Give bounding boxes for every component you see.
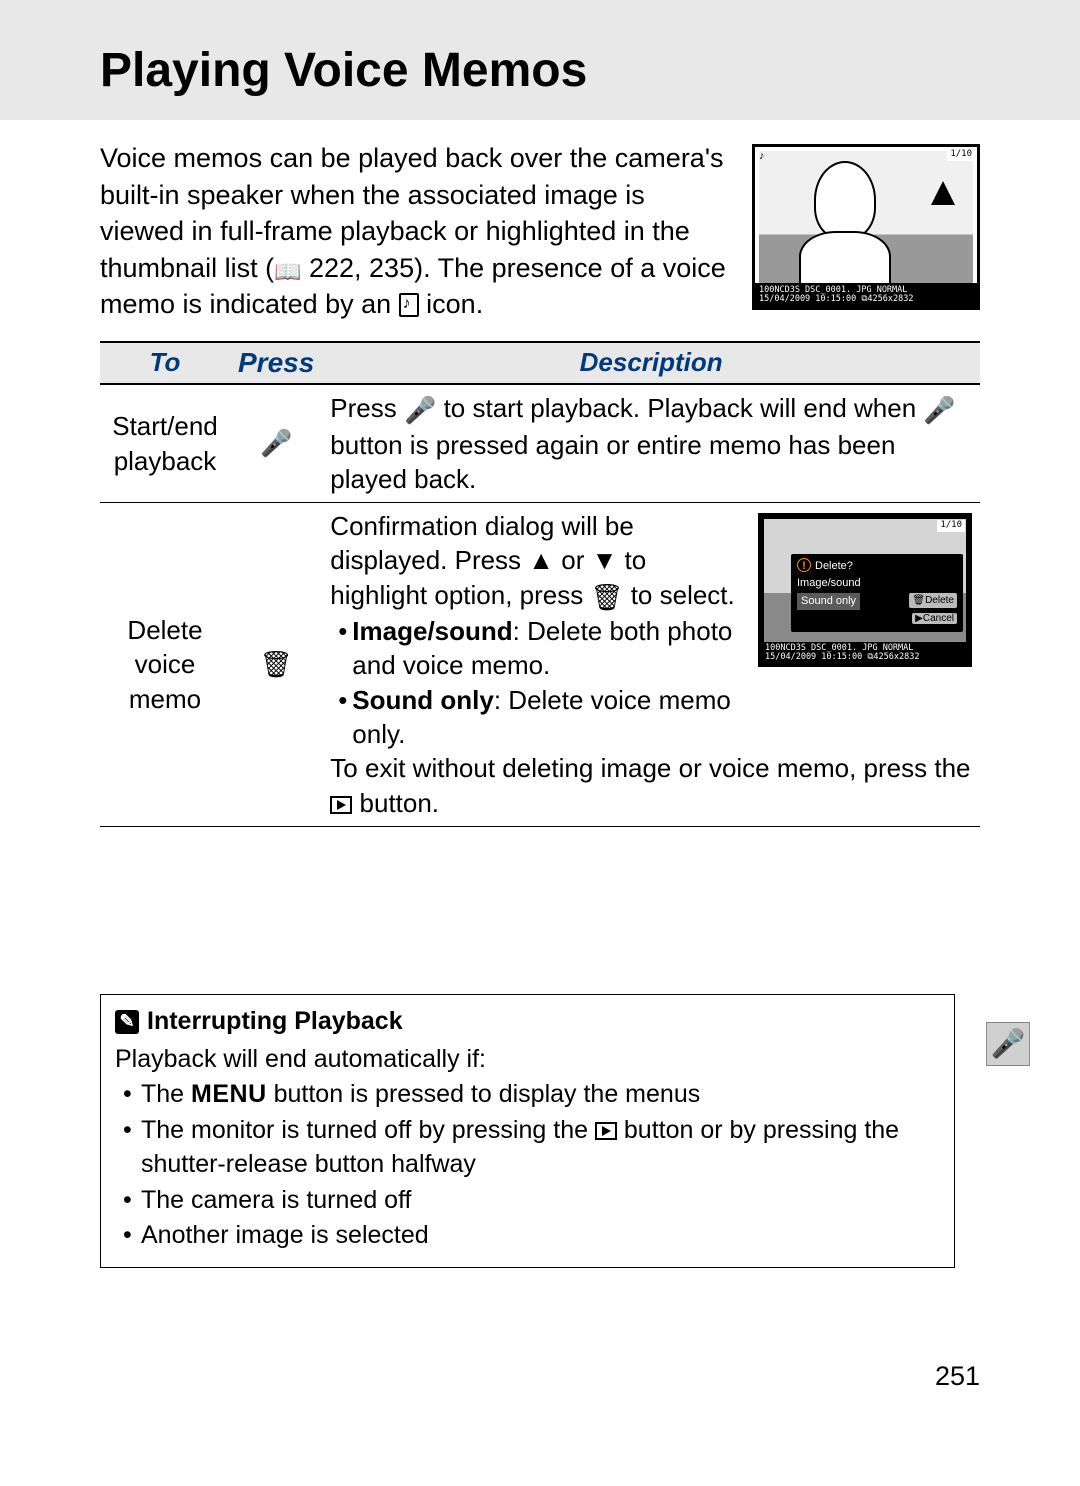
- mic-icon: 🎤: [991, 1026, 1026, 1062]
- row2-para2-b: button.: [352, 788, 439, 818]
- list-item: The monitor is turned off by pressing th…: [123, 1114, 940, 1182]
- mic-icon: 🎤: [923, 393, 955, 427]
- row2-bullets: Image/sound: Delete both photo and voice…: [330, 614, 748, 751]
- note-i1-a: The: [141, 1080, 191, 1108]
- illustration-scene: [759, 151, 973, 303]
- list-item: Another image is selected: [123, 1219, 940, 1253]
- row2-desc-text: Confirmation dialog will be displayed. P…: [330, 509, 748, 751]
- playback-illustration: ♪ 1/10 100NCD3S DSC_0001. JPG NORMAL 15/…: [752, 144, 980, 310]
- row2-para2: To exit without deleting image or voice …: [330, 751, 972, 820]
- note-title-row: ✎ Interrupting Playback: [115, 1005, 940, 1039]
- row1-description: Press 🎤 to start playback. Playback will…: [322, 384, 980, 502]
- row2-para1-b: to select.: [623, 580, 734, 610]
- dialog-opt2: Sound only: [797, 593, 860, 610]
- note-box: ✎ Interrupting Playback Playback will en…: [100, 994, 955, 1268]
- table-header-row: To Press Description: [100, 342, 980, 384]
- image-counter: 1/10: [947, 149, 975, 161]
- table-row: Delete voice memo 🗑 Confirmation dialog …: [100, 503, 980, 827]
- intro-end: icon.: [419, 289, 484, 319]
- table-row: Start/end playback 🎤 Press 🎤 to start pl…: [100, 384, 980, 502]
- row1-desc-c: button is pressed again or entire memo h…: [330, 430, 895, 494]
- dialog-cancel-tag: ▶Cancel: [912, 613, 957, 624]
- row2-description: Confirmation dialog will be displayed. P…: [322, 503, 980, 827]
- bullet2-bold: Sound only: [352, 685, 494, 715]
- dialog-title: Delete?: [815, 560, 853, 572]
- dialog-counter: 1/10: [937, 520, 965, 532]
- row1-desc-b: to start playback. Playback will end whe…: [436, 393, 923, 423]
- mic-icon: 🎤: [404, 393, 436, 427]
- dialog-opt1: Image/sound: [797, 575, 957, 592]
- section-tab: 🎤: [986, 1022, 1030, 1066]
- row1-desc-a: Press: [330, 393, 404, 423]
- row2-press: 🗑: [230, 503, 322, 827]
- row1-press: 🎤: [230, 384, 322, 502]
- list-item: The MENU button is pressed to display th…: [123, 1078, 940, 1112]
- book-icon: 📖: [274, 257, 301, 287]
- warning-icon: !: [797, 558, 811, 572]
- pencil-icon: ✎: [115, 1010, 139, 1034]
- memo-indicator-icon: ♪: [759, 149, 765, 163]
- intro-text: Voice memos can be played back over the …: [100, 140, 734, 322]
- header-press: Press: [230, 342, 322, 384]
- header-description: Description: [322, 342, 980, 384]
- header-to: To: [100, 342, 230, 384]
- list-item: The camera is turned off: [123, 1184, 940, 1218]
- note-intro: Playback will end automatically if:: [115, 1043, 940, 1077]
- dialog-opt2-row: Sound only 🗑Delete: [797, 591, 957, 610]
- dialog-delete-tag: 🗑Delete: [909, 593, 957, 608]
- sailboat-icon: [931, 181, 955, 205]
- page-title: Playing Voice Memos: [100, 40, 1080, 102]
- row2-para2-a: To exit without deleting image or voice …: [330, 753, 970, 783]
- trash-icon: 🗑: [260, 649, 293, 679]
- note-i1-b: button is pressed to display the menus: [267, 1080, 701, 1108]
- controls-table: To Press Description Start/end playback …: [100, 341, 980, 827]
- dialog-cancel-row: ▶Cancel: [797, 610, 957, 627]
- dialog-info-l2: 15/04/2009 10:15:00 ⧉4256x2832: [765, 653, 965, 662]
- illustration-info-bar: 100NCD3S DSC_0001. JPG NORMAL 15/04/2009…: [755, 283, 977, 307]
- row2-to: Delete voice memo: [100, 503, 230, 827]
- voice-memo-icon: [399, 293, 419, 317]
- delete-confirmation-dialog: ! Delete? Image/sound Sound only 🗑Delete ▶…: [791, 554, 963, 632]
- mic-icon: 🎤: [260, 428, 292, 458]
- bullet1-bold: Image/sound: [352, 616, 512, 646]
- intro-section: Voice memos can be played back over the …: [100, 140, 980, 322]
- title-band: Playing Voice Memos: [0, 0, 1080, 120]
- note-list: The MENU button is pressed to display th…: [115, 1078, 940, 1253]
- row1-to: Start/end playback: [100, 384, 230, 502]
- delete-dialog-illustration: 1/10 ! Delete? Image/sound Sound only 🗑Del…: [758, 513, 972, 667]
- trash-icon: 🗑: [590, 580, 623, 614]
- note-i2-a: The monitor is turned off by pressing th…: [141, 1116, 595, 1144]
- list-item: Sound only: Delete voice memo only.: [338, 683, 748, 752]
- dialog-info-bar: 100NCD3S DSC_0001. JPG NORMAL 15/04/2009…: [761, 642, 969, 664]
- note-title: Interrupting Playback: [147, 1005, 403, 1039]
- list-item: Image/sound: Delete both photo and voice…: [338, 614, 748, 683]
- playback-button-icon: [595, 1122, 617, 1140]
- page-number: 251: [935, 1359, 980, 1394]
- content-area: Voice memos can be played back over the …: [0, 120, 1080, 827]
- playback-button-icon: [330, 796, 352, 814]
- info-line-2: 15/04/2009 10:15:00 ⧉4256x2832: [759, 295, 973, 304]
- menu-button-label: MENU: [191, 1080, 267, 1108]
- dialog-title-row: ! Delete?: [797, 558, 957, 575]
